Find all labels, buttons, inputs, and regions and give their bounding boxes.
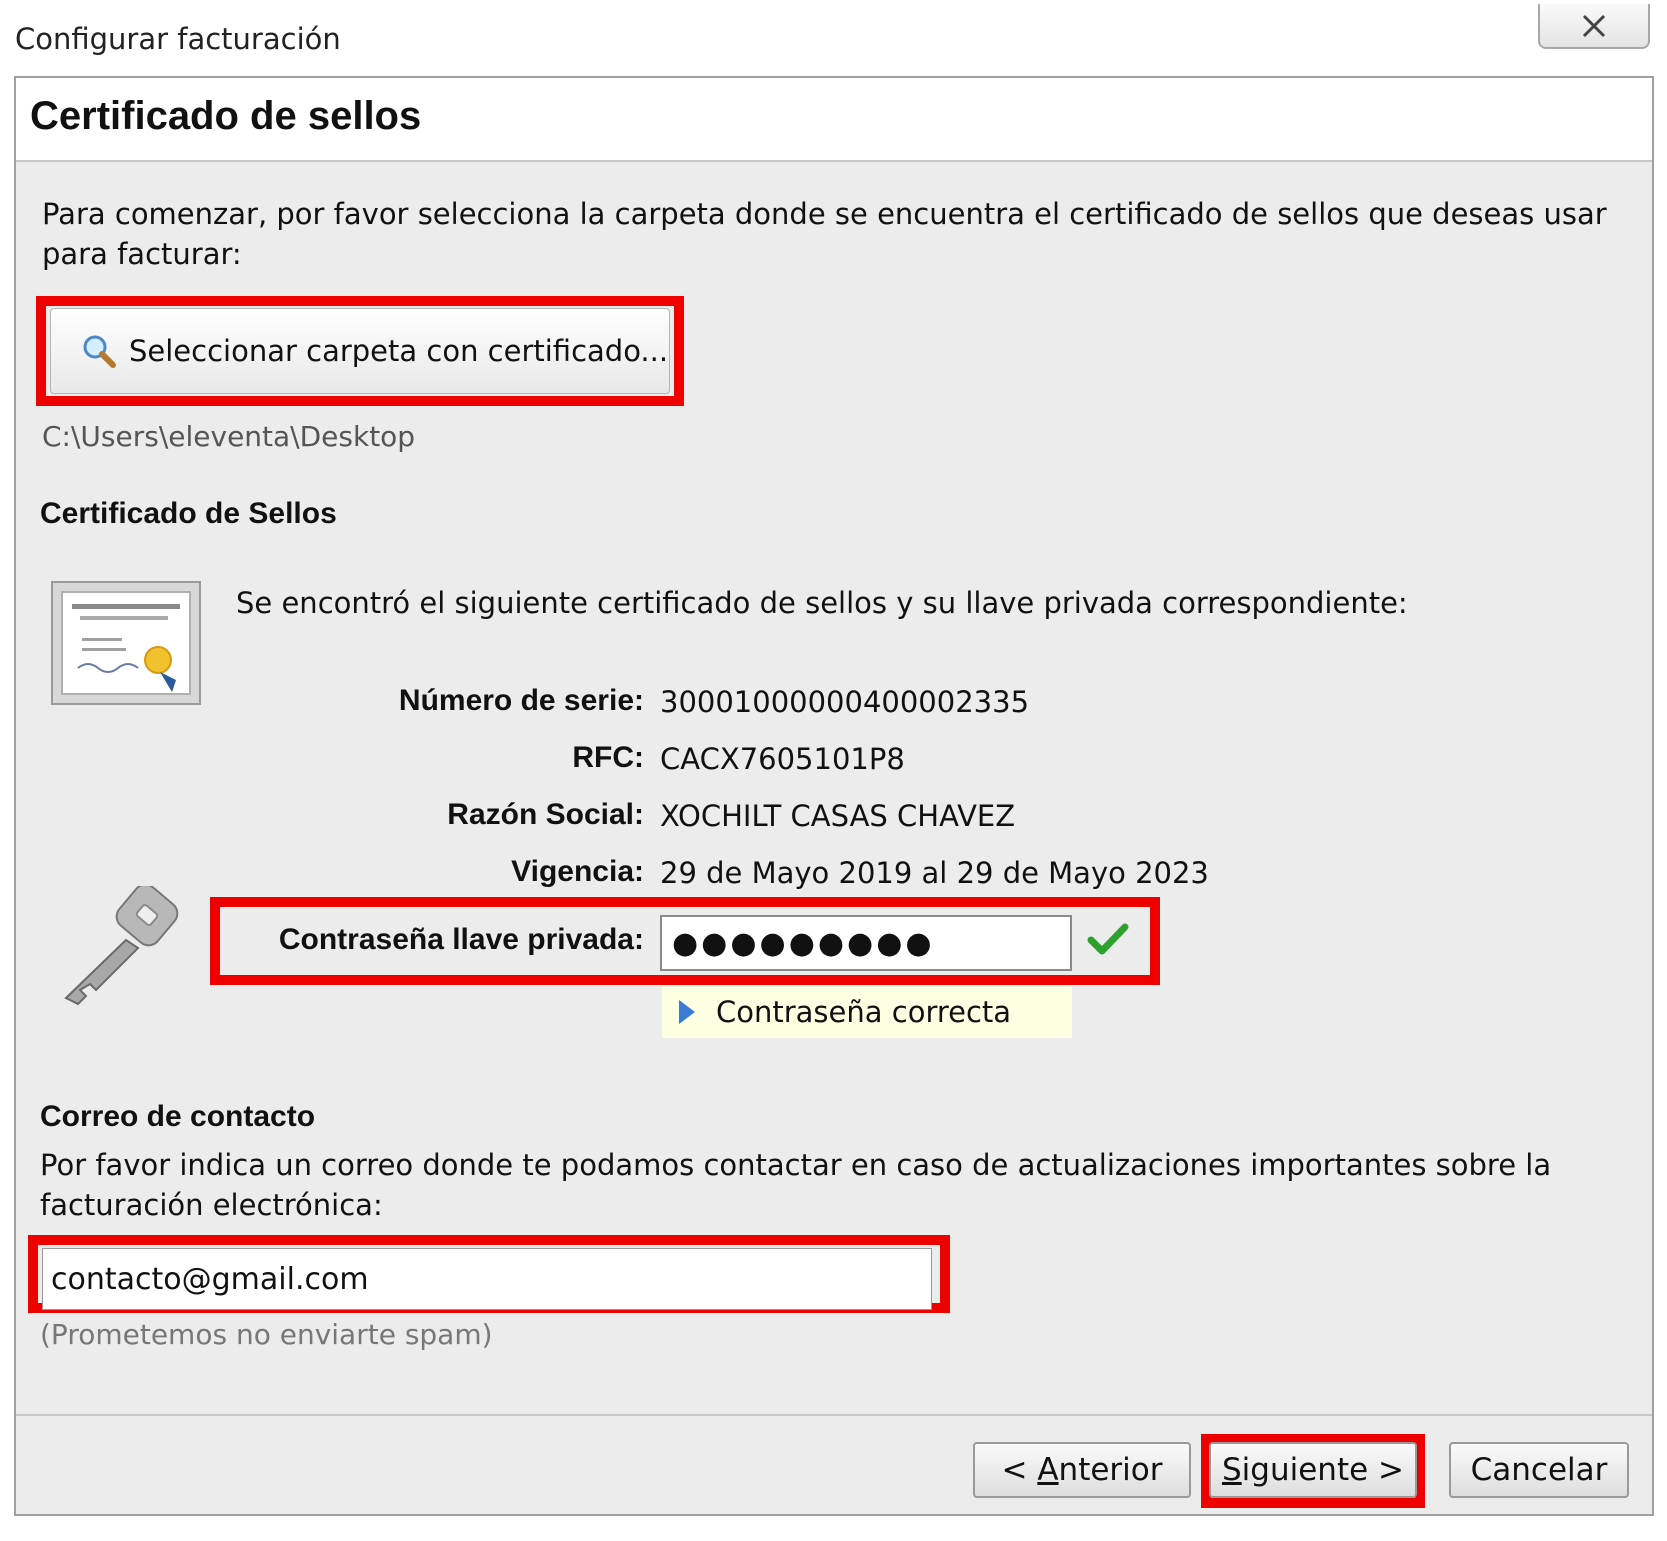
business-name-label: Razón Social: [447, 798, 644, 831]
password-input[interactable]: ●●●●●●●●● [660, 915, 1072, 971]
spam-note: (Prometemos no enviarte spam) [40, 1318, 493, 1351]
back-accel: A [1037, 1452, 1059, 1488]
next-rest: iguiente > [1241, 1452, 1404, 1488]
contact-heading: Correo de contacto [40, 1100, 316, 1133]
password-hint-text: Contraseña correcta [716, 995, 1012, 1029]
serial-label: Número de serie: [398, 684, 644, 717]
rfc-value: CACX7605101P8 [660, 742, 905, 776]
password-label: Contraseña llave privada: [278, 923, 644, 956]
footer-divider [16, 1414, 1652, 1416]
validity-value: 29 de Mayo 2019 al 29 de Mayo 2023 [660, 856, 1209, 890]
serial-value: 30001000000400002335 [660, 685, 1030, 719]
intro-text: Para comenzar, por favor selecciona la c… [42, 197, 1607, 271]
close-button[interactable] [1538, 4, 1650, 49]
certificate-icon [51, 581, 201, 705]
contact-description: Por favor indica un correo donde te poda… [40, 1148, 1552, 1222]
check-icon [1087, 923, 1129, 955]
rfc-label: RFC: [572, 741, 644, 774]
back-button[interactable]: < A nterior [973, 1442, 1191, 1498]
back-rest: nterior [1058, 1452, 1163, 1488]
close-icon [1582, 14, 1606, 37]
magnifier-icon [83, 335, 116, 368]
back-prefix: < [1001, 1452, 1038, 1488]
page-title: Certificado de sellos [30, 94, 422, 138]
key-icon [64, 886, 179, 1006]
selected-path: C:\Users\eleventa\Desktop [42, 420, 416, 453]
select-folder-label: Seleccionar carpeta con certificado... [129, 334, 669, 368]
cancel-button[interactable]: Cancelar [1449, 1442, 1629, 1498]
next-button[interactable]: S iguiente > [1209, 1442, 1417, 1498]
business-name-value: XOCHILT CASAS CHAVEZ [660, 799, 1016, 833]
window-title: Configurar facturación [15, 22, 341, 56]
select-folder-button[interactable]: Seleccionar carpeta con certificado... [50, 308, 670, 394]
validity-label: Vigencia: [511, 855, 644, 888]
certificate-heading: Certificado de Sellos [40, 497, 337, 530]
info-arrow-icon [679, 1000, 695, 1024]
password-hint: Contraseña correcta [662, 986, 1072, 1038]
email-field[interactable]: contacto@gmail.com [42, 1248, 932, 1310]
next-accel: S [1221, 1452, 1242, 1488]
certificate-found-text: Se encontró el siguiente certificado de … [236, 586, 1408, 620]
